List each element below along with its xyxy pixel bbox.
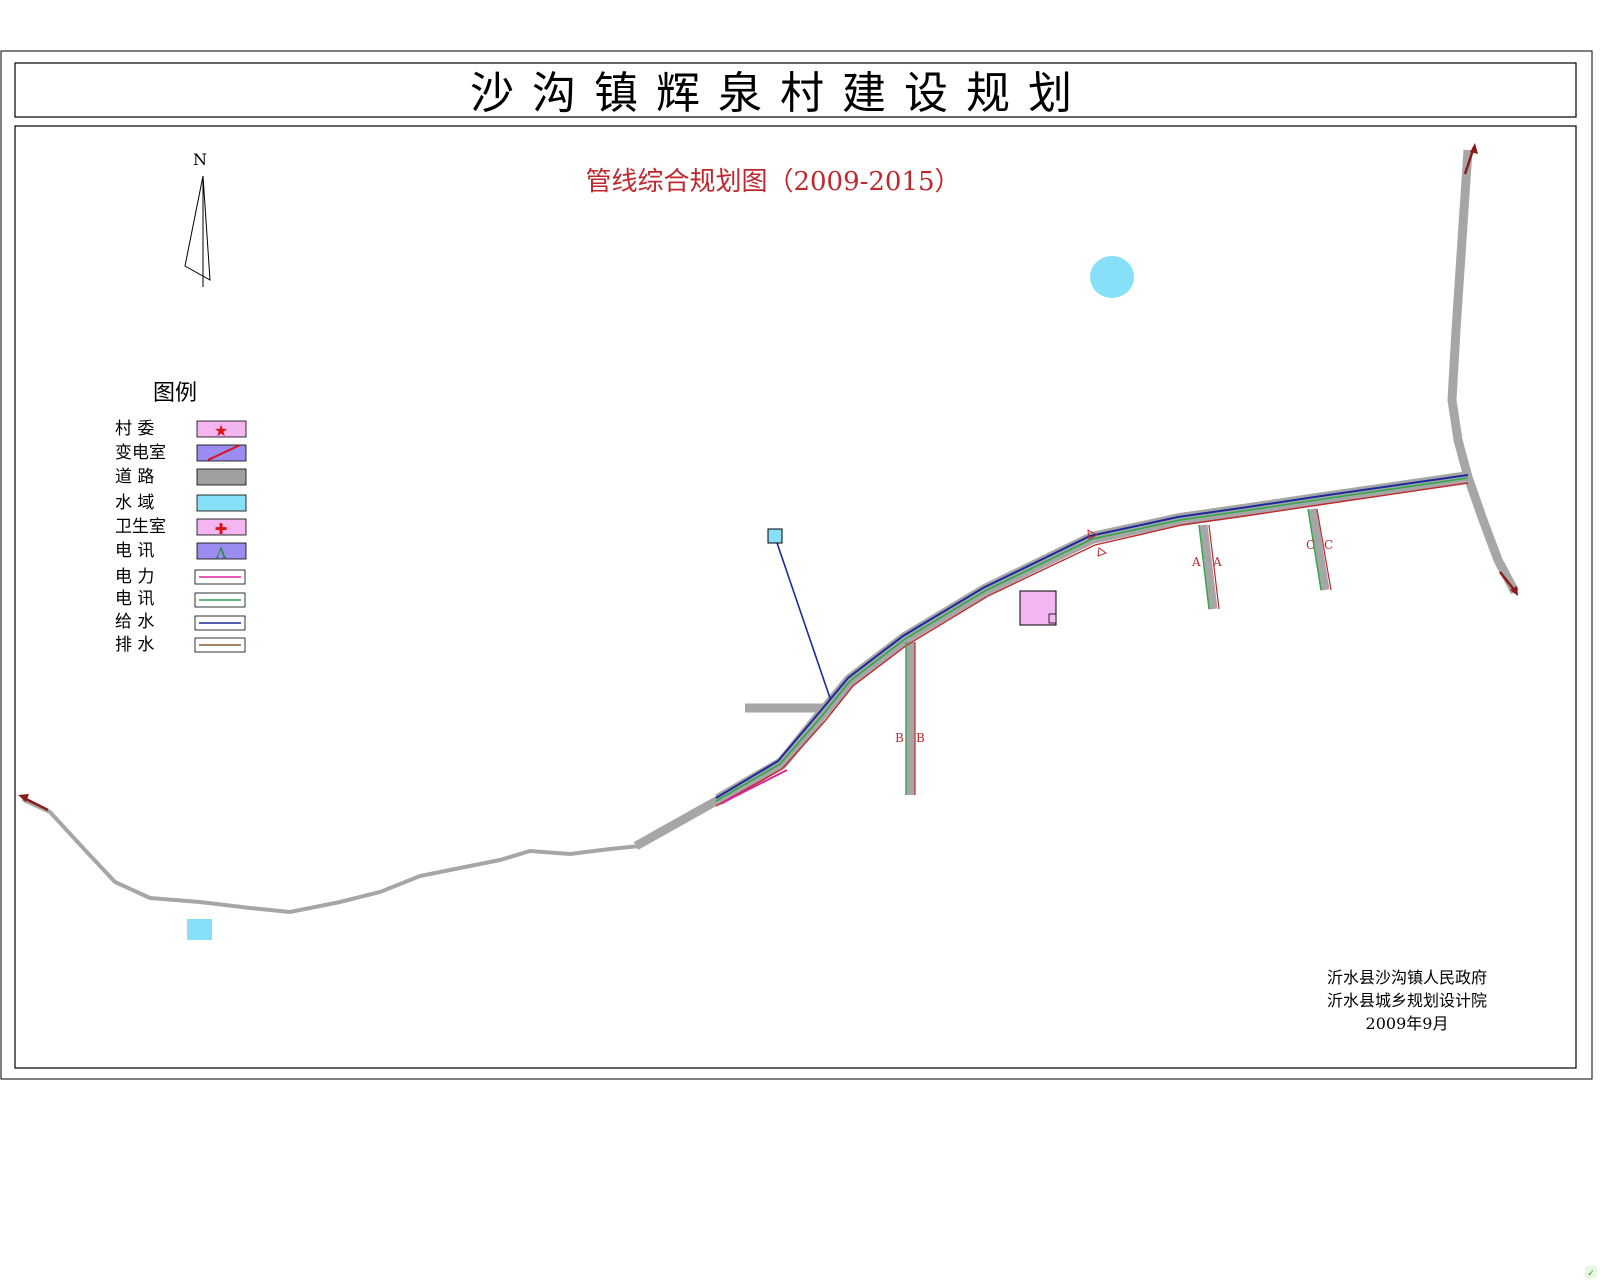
credit-government: 沂水县沙沟镇人民政府	[1327, 968, 1487, 987]
corner-check-glyph: ✓	[1587, 1269, 1595, 1279]
map-subtitle: 管线综合规划图（2009-2015）	[585, 167, 960, 197]
section-mark-b1: B	[895, 731, 904, 745]
clinic-cross-icon: ✚	[215, 520, 228, 538]
water-intake-line	[774, 536, 831, 699]
road-west	[22, 798, 642, 915]
main-road	[714, 471, 1469, 806]
legend-label-power: 电 力	[115, 567, 154, 587]
legend-label-road: 道 路	[115, 467, 154, 487]
water-supply-main	[715, 474, 1469, 799]
north-label: N	[193, 150, 207, 169]
section-mark-a2: A	[1212, 555, 1222, 569]
legend-label-drainage: 排 水	[115, 635, 154, 655]
village-committee-star-icon: ★	[214, 421, 228, 440]
telecom-main	[715, 477, 1469, 802]
legend-label-telecom-line: 电 讯	[115, 589, 154, 609]
main-title: 沙沟镇辉泉村建设规划	[470, 68, 1090, 119]
north-arrow: N	[184, 150, 211, 287]
legend: 图例 村 委 ★ 变电室 道 路 水 域 卫生室 ✚ 电 讯 Λ 电 力 电 讯…	[115, 381, 247, 655]
section-mark-b2: B	[916, 731, 925, 745]
road-west-wide	[633, 796, 721, 850]
road-marker-triangle-2	[1097, 547, 1108, 557]
north-arrow-needle	[184, 175, 211, 281]
legend-label-village-committee: 村 委	[115, 419, 154, 439]
pond-north	[1090, 256, 1134, 298]
section-mark-c1: C	[1306, 538, 1315, 552]
village-committee-annex	[1048, 613, 1057, 624]
drainage-main	[715, 482, 1469, 807]
credit-date: 2009年9月	[1366, 1014, 1449, 1033]
legend-label-clinic: 卫生室	[115, 517, 166, 537]
credits: 沂水县沙沟镇人民政府 沂水县城乡规划设计院 2009年9月	[1327, 968, 1487, 1033]
pond-southwest	[187, 919, 212, 940]
water-intake-station	[767, 528, 783, 544]
legend-label-water-supply: 给 水	[115, 612, 154, 632]
outer-frame	[0, 50, 1593, 1080]
section-mark-a1: A	[1191, 555, 1201, 569]
section-markers: A A B B C C	[895, 538, 1333, 745]
legend-label-telecom-station: 电 讯	[115, 541, 154, 561]
legend-label-water: 水 域	[115, 493, 154, 513]
road-north	[1447, 149, 1519, 595]
water-swatch	[196, 494, 247, 512]
branch-pipes	[905, 508, 1332, 795]
telecom-station-icon: Λ	[215, 546, 227, 562]
legend-label-substation: 变电室	[115, 443, 166, 463]
credit-design-institute: 沂水县城乡规划设计院	[1327, 991, 1487, 1010]
section-mark-c2: C	[1324, 538, 1333, 552]
legend-heading: 图例	[153, 381, 197, 406]
planning-map: 沙沟镇辉泉村建设规划 管线综合规划图（2009-2015） N A A B B …	[0, 50, 1597, 1279]
road-swatch	[196, 468, 247, 486]
